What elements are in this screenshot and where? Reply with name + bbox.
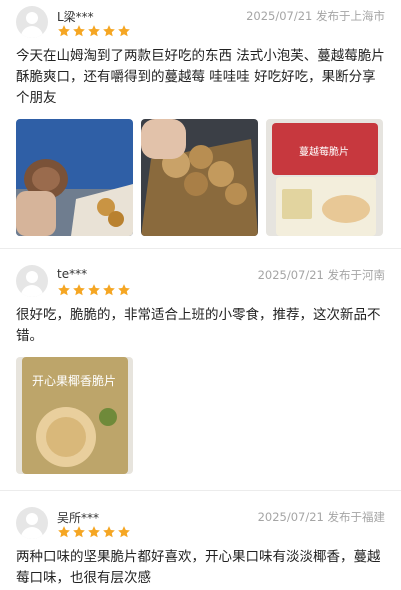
review-header: L梁*** 2025/07/21 发布于上海市 (16, 2, 385, 42)
review-card: L梁*** 2025/07/21 发布于上海市 今天在山姆淘到了两款巨好吃的东西… (0, 0, 401, 248)
star-icon (58, 526, 70, 538)
review-meta: 2025/07/21 发布于上海市 (246, 9, 385, 23)
review-header: 吴所*** 2025/07/21 发布于福建 (16, 503, 385, 543)
star-icon (88, 284, 100, 296)
star-icon (58, 284, 70, 296)
star-rating (57, 525, 131, 539)
review-photo[interactable]: 蔓越莓脆片 (266, 119, 383, 236)
review-meta: 2025/07/21 发布于福建 (257, 510, 385, 524)
review-photos: 开心果椰香脆片 (16, 357, 385, 490)
star-icon (118, 526, 130, 538)
review-meta: 2025/07/21 发布于河南 (257, 268, 385, 282)
star-icon (73, 526, 85, 538)
package-label: 开心果椰香脆片 (32, 373, 116, 388)
review-card: te*** 2025/07/21 发布于河南 很好吃，脆脆的，非常适合上班的小零… (0, 248, 401, 490)
star-icon (103, 526, 115, 538)
review-text: 两种口味的坚果脆片都好喜欢，开心果口味有淡淡椰香，蔓越莓口味，也很有层次感 (16, 549, 381, 586)
package-label: 蔓越莓脆片 (299, 145, 349, 158)
review-photo[interactable]: 开心果椰香脆片 (16, 357, 133, 474)
star-icon (88, 526, 100, 538)
star-icon (88, 25, 100, 37)
review-text: 今天在山姆淘到了两款巨好吃的东西 法式小泡芙、蔓越莓脆片 酥脆爽口，还有嚼得到的… (16, 48, 385, 106)
username: 吴所*** (57, 511, 100, 525)
review-photo[interactable] (141, 119, 258, 236)
review-card: 吴所*** 2025/07/21 发布于福建 两种口味的坚果脆片都好喜欢，开心果… (0, 490, 401, 589)
review-photo[interactable] (16, 119, 133, 236)
star-icon (73, 284, 85, 296)
photo-pistachio-bag: 开心果椰香脆片 (16, 357, 133, 474)
avatar[interactable] (16, 507, 48, 539)
review-header: te*** 2025/07/21 发布于河南 (16, 261, 385, 301)
username: L梁*** (57, 10, 94, 24)
photo-bitten-crisp (16, 119, 133, 236)
review-text: 很好吃，脆脆的，非常适合上班的小零食，推荐，这次新品不错。 (16, 307, 381, 344)
username: te*** (57, 267, 88, 281)
avatar[interactable] (16, 265, 48, 297)
avatar[interactable] (16, 6, 48, 38)
star-icon (118, 284, 130, 296)
photo-two-bags: 蔓越莓脆片 (266, 119, 383, 236)
photo-puffs-bag (141, 119, 258, 236)
star-icon (118, 25, 130, 37)
star-icon (73, 25, 85, 37)
star-icon (103, 25, 115, 37)
review-photos: 蔓越莓脆片 (16, 119, 385, 248)
star-icon (58, 25, 70, 37)
star-rating (57, 283, 131, 297)
star-icon (103, 284, 115, 296)
star-rating (57, 24, 131, 38)
